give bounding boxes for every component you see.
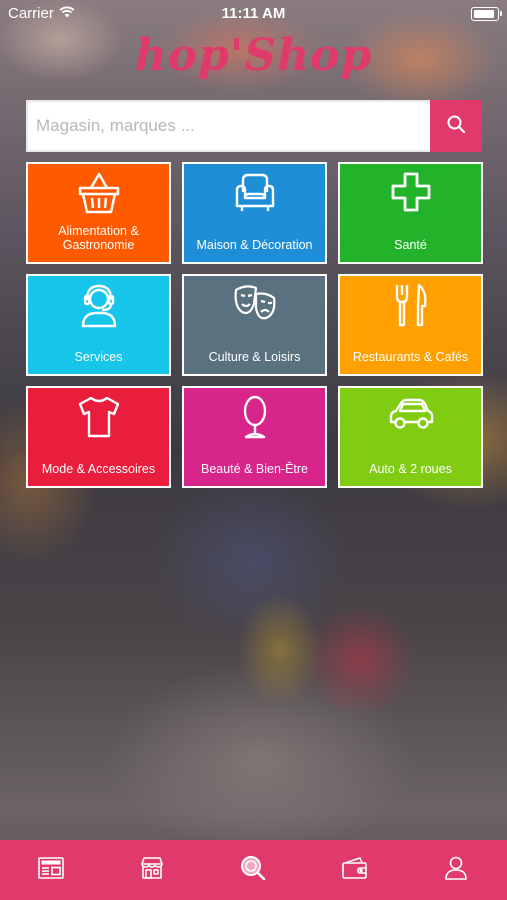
armchair-icon (232, 170, 278, 216)
app-logo: hop'Shop (134, 30, 373, 81)
category-mode[interactable]: Mode & Accessoires (26, 386, 171, 488)
user-icon (445, 856, 468, 885)
category-maison[interactable]: Maison & Décoration (182, 162, 327, 264)
status-bar: Carrier 11:11 AM (0, 0, 507, 28)
tab-news[interactable] (21, 840, 81, 900)
tab-bar (0, 840, 507, 900)
category-label: Alimentation & Gastronomie (58, 224, 139, 252)
category-label: Mode & Accessoires (41, 462, 156, 476)
basket-icon (77, 170, 121, 216)
category-beaute[interactable]: Beauté & Bien-Être (182, 386, 327, 488)
search-icon (446, 114, 466, 139)
mirror-icon (235, 394, 275, 440)
category-alimentation[interactable]: Alimentation & Gastronomie (26, 162, 171, 264)
cross-icon (389, 170, 433, 216)
category-label: Auto & 2 roues (369, 462, 452, 476)
headset-icon (77, 282, 121, 328)
category-culture[interactable]: Culture & Loisirs (182, 274, 327, 376)
category-label: Maison & Décoration (196, 238, 313, 252)
category-services[interactable]: Services (26, 274, 171, 376)
tshirt-icon (76, 394, 122, 440)
tab-shops[interactable] (122, 840, 182, 900)
search-bar (26, 100, 482, 152)
store-icon (140, 856, 164, 884)
category-auto[interactable]: Auto & 2 roues (338, 386, 483, 488)
search-button[interactable] (430, 100, 482, 152)
tab-profile[interactable] (426, 840, 486, 900)
category-label: Santé (394, 238, 427, 252)
wallet-icon (342, 856, 368, 884)
tab-wallet[interactable] (325, 840, 385, 900)
battery-icon (471, 7, 502, 21)
search-input[interactable] (26, 100, 430, 152)
news-icon (37, 856, 64, 884)
category-sante[interactable]: Santé (338, 162, 483, 264)
category-restaurants[interactable]: Restaurants & Cafés (338, 274, 483, 376)
tab-search[interactable] (223, 840, 283, 900)
category-label: Beauté & Bien-Être (200, 462, 308, 476)
category-grid: Alimentation & Gastronomie Maison & Déco… (26, 162, 483, 488)
status-time: 11:11 AM (221, 5, 286, 22)
theater-masks-icon (232, 282, 278, 328)
category-label: Services (74, 350, 123, 364)
car-icon (387, 394, 435, 440)
search-map-icon (240, 855, 266, 886)
fork-knife-icon (389, 282, 433, 328)
category-label: Restaurants & Cafés (352, 350, 469, 364)
category-label: Culture & Loisirs (208, 350, 301, 364)
